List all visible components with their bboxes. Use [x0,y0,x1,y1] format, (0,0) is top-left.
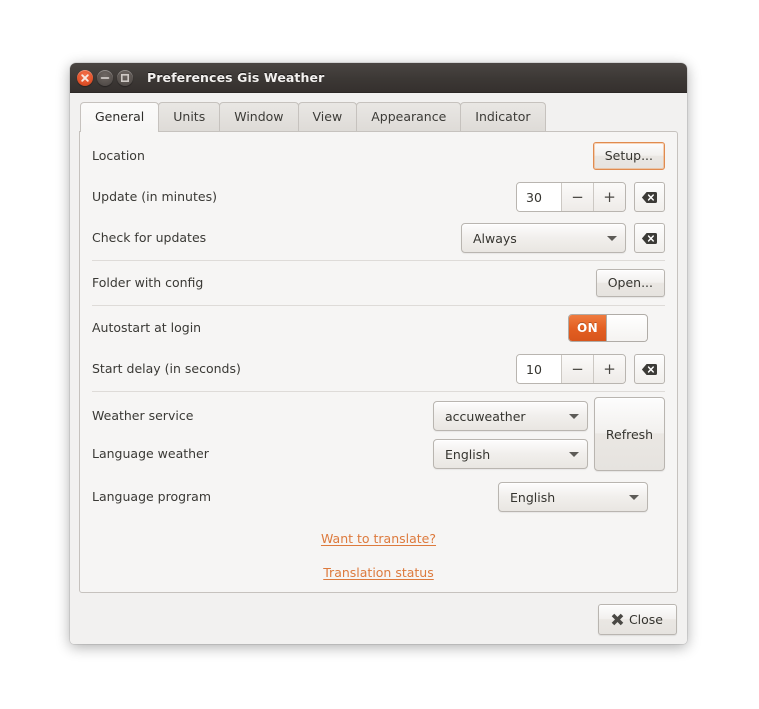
language-program-label: Language program [92,489,212,504]
start-delay-label: Start delay (in seconds) [92,361,241,376]
tab-indicator[interactable]: Indicator [460,102,546,131]
autostart-toggle-state: ON [569,315,606,341]
start-delay-plus-button[interactable]: + [593,355,625,383]
update-interval-plus-button[interactable]: + [593,183,625,211]
translation-status-link-row: Translation status [92,555,665,589]
autostart-toggle[interactable]: ON [568,314,648,342]
section-separator-1 [92,260,665,261]
autostart-label: Autostart at login [92,320,202,335]
start-delay-value[interactable]: 10 [517,355,561,383]
weather-service-value: accuweather [445,408,526,424]
close-x-icon [81,73,89,82]
close-dialog-label: Close [628,611,663,627]
start-delay-reset-button[interactable] [634,354,665,384]
minimize-dash-icon [100,76,110,79]
update-interval-label: Update (in minutes) [92,189,217,204]
check-updates-reset-button[interactable] [634,223,665,253]
tab-bar: General Units Window View Appearance Ind… [79,102,678,132]
folder-config-label: Folder with config [92,275,204,290]
language-program-combobox[interactable]: English [498,482,648,512]
language-weather-row: Language weather English [92,435,665,473]
translate-link-row: Want to translate? [92,521,665,555]
dialog-action-area: Close [79,593,678,644]
close-dialog-button[interactable]: Close [597,603,677,635]
check-updates-combobox[interactable]: Always [461,223,626,253]
start-delay-row: Start delay (in seconds) 10 − + [92,352,665,386]
setup-button[interactable]: Setup... [592,142,665,170]
autostart-toggle-knob [606,315,647,341]
section-separator-2 [92,305,665,306]
chevron-down-icon [561,451,587,457]
close-x-icon [611,613,624,625]
update-interval-row: Update (in minutes) 30 − + [92,180,665,214]
location-label: Location [92,148,145,163]
update-interval-reset-button[interactable] [634,182,665,212]
preferences-window: Preferences Gis Weather General Units Wi… [70,63,687,644]
tab-view[interactable]: View [297,102,358,131]
language-program-value: English [510,489,556,505]
general-tab-panel: Location Setup... Update (in minutes) 30… [79,131,678,593]
tab-units[interactable]: Units [158,102,221,131]
language-weather-value: English [445,446,491,462]
chevron-down-icon [561,413,587,419]
start-delay-spinner[interactable]: 10 − + [516,354,626,384]
window-titlebar: Preferences Gis Weather [70,63,687,93]
maximize-square-icon [121,73,130,82]
tab-general[interactable]: General [80,102,160,132]
minimize-window-button[interactable] [97,69,113,86]
weather-service-group: Refresh Weather service accuweather Lang… [92,397,665,473]
chevron-down-icon [599,235,625,241]
maximize-window-button[interactable] [117,69,133,86]
check-updates-row: Check for updates Always [92,221,665,255]
language-program-row: Language program English [92,480,665,514]
language-weather-combobox[interactable]: English [433,439,588,469]
start-delay-minus-button[interactable]: − [561,355,593,383]
update-interval-minus-button[interactable]: − [561,183,593,211]
weather-service-label: Weather service [92,408,194,423]
preferences-notebook: General Units Window View Appearance Ind… [70,93,687,644]
language-weather-label: Language weather [92,446,209,461]
translation-status-link[interactable]: Translation status [323,565,434,580]
update-interval-value[interactable]: 30 [517,183,561,211]
check-updates-value: Always [473,230,517,246]
weather-service-row: Weather service accuweather [92,397,665,435]
clear-icon [641,363,657,375]
window-title: Preferences Gis Weather [147,70,325,85]
tab-window[interactable]: Window [219,102,299,131]
section-separator-3 [92,391,665,392]
close-window-button[interactable] [77,69,93,86]
check-updates-label: Check for updates [92,230,207,245]
chevron-down-icon [621,494,647,500]
clear-icon [641,191,657,203]
folder-config-row: Folder with config Open... [92,266,665,300]
want-to-translate-link[interactable]: Want to translate? [321,531,436,546]
weather-service-combobox[interactable]: accuweather [433,401,588,431]
location-row: Location Setup... [92,139,665,173]
update-interval-spinner[interactable]: 30 − + [516,182,626,212]
clear-icon [641,232,657,244]
tab-appearance[interactable]: Appearance [356,102,462,131]
open-folder-button[interactable]: Open... [595,269,665,297]
autostart-row: Autostart at login ON [92,311,665,345]
